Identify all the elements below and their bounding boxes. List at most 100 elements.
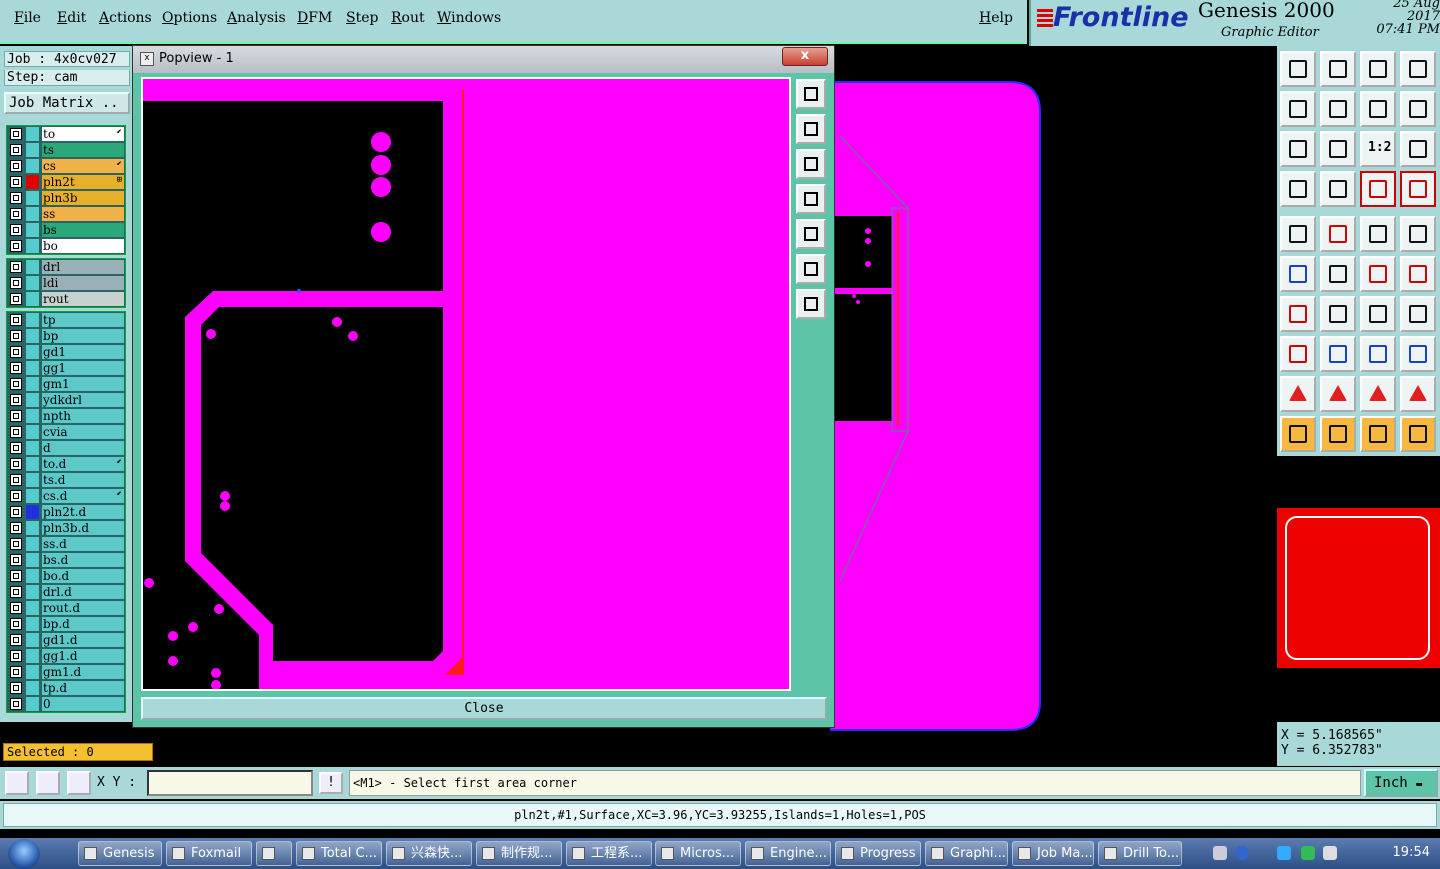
snap-alt-icon[interactable]: [1400, 171, 1436, 207]
layer-active-swatch[interactable]: [26, 521, 39, 535]
dash-icon[interactable]: [1320, 336, 1356, 372]
layer-active-swatch[interactable]: [26, 489, 39, 503]
layer-checkbox[interactable]: [10, 362, 22, 374]
layer-active-swatch[interactable]: [26, 361, 39, 375]
popview-canvas[interactable]: [141, 77, 791, 691]
layer-row-ss[interactable]: ss: [7, 206, 125, 222]
monitor-icon[interactable]: [1323, 846, 1337, 860]
layer-checkbox[interactable]: [10, 506, 22, 518]
select-arrow-icon[interactable]: [1280, 416, 1316, 452]
layer-checkbox[interactable]: [10, 128, 22, 140]
help-icon[interactable]: [1400, 131, 1436, 167]
layer-checkbox[interactable]: [10, 176, 22, 188]
layer-name[interactable]: ydkdrl: [42, 393, 124, 407]
keyboard-icon[interactable]: [1213, 846, 1227, 860]
layer-row-drl[interactable]: drl: [7, 259, 125, 275]
layer-checkbox[interactable]: [10, 522, 22, 534]
layer-row-pln2t[interactable]: pln2t ⊞: [7, 174, 125, 190]
layer-checkbox[interactable]: [10, 474, 22, 486]
layer-active-swatch[interactable]: [26, 393, 39, 407]
layer-name[interactable]: to.d: [42, 457, 124, 471]
layer-checkbox[interactable]: [10, 261, 22, 273]
draw-line-icon[interactable]: [36, 771, 60, 795]
layer-row-npth[interactable]: npth: [7, 408, 125, 424]
layer-name[interactable]: bo.d: [42, 569, 124, 583]
layer-name[interactable]: cs.d: [42, 489, 124, 503]
execute-button[interactable]: !: [319, 772, 343, 794]
layer-active-swatch[interactable]: [26, 633, 39, 647]
select-rotate-icon[interactable]: [1360, 416, 1396, 452]
layer-name[interactable]: rout.d: [42, 601, 124, 615]
layer-checkbox[interactable]: [10, 698, 22, 710]
layer-name[interactable]: pln2t.d: [42, 505, 124, 519]
layer-active-swatch[interactable]: [26, 223, 39, 237]
layer-name[interactable]: drl: [42, 260, 124, 274]
pan-down-icon[interactable]: [1320, 51, 1356, 87]
layer-active-swatch[interactable]: [26, 457, 39, 471]
layer-name[interactable]: ss.d: [42, 537, 124, 551]
layer-checkbox[interactable]: [10, 293, 22, 305]
layer-active-swatch[interactable]: [26, 425, 39, 439]
layer-checkbox[interactable]: [10, 650, 22, 662]
pan-up-icon[interactable]: [1280, 51, 1316, 87]
layer-row-bp-d[interactable]: bp.d: [7, 616, 125, 632]
layer-row-bp[interactable]: bp: [7, 328, 125, 344]
line-red-icon[interactable]: [1320, 216, 1356, 252]
layer-name[interactable]: pln2t: [42, 175, 124, 189]
layer-checkbox[interactable]: [10, 490, 22, 502]
layer-row-ts-d[interactable]: ts.d: [7, 472, 125, 488]
layer-row-to-d[interactable]: to.d ⬋: [7, 456, 125, 472]
layer-row-bo[interactable]: bo: [7, 238, 125, 254]
layer-checkbox[interactable]: [10, 634, 22, 646]
layer-row-rout[interactable]: rout: [7, 291, 125, 307]
layer-name[interactable]: gg1.d: [42, 649, 124, 663]
layer-name[interactable]: bs: [42, 223, 124, 237]
layer-checkbox[interactable]: [10, 586, 22, 598]
layer-name[interactable]: 0: [42, 697, 124, 711]
layer-name[interactable]: pln3b.d: [42, 521, 124, 535]
layer-checkbox[interactable]: [10, 208, 22, 220]
triangle-b-icon[interactable]: [1320, 376, 1356, 412]
layer-checkbox[interactable]: [10, 554, 22, 566]
layer-name[interactable]: pln3b: [42, 191, 124, 205]
layer-active-swatch[interactable]: [26, 569, 39, 583]
select-box-icon[interactable]: [1320, 416, 1356, 452]
taskbar-task[interactable]: Engine...: [745, 841, 831, 866]
layer-checkbox[interactable]: [10, 538, 22, 550]
layer-checkbox[interactable]: [10, 144, 22, 156]
layer-name[interactable]: ss: [42, 207, 124, 221]
taskbar-task[interactable]: Total C...: [296, 841, 382, 866]
layer-row-tp[interactable]: tp: [7, 312, 125, 328]
layer-active-swatch[interactable]: [26, 553, 39, 567]
taskbar-task[interactable]: Progress: [835, 841, 921, 866]
pan-up-icon[interactable]: [796, 114, 826, 144]
dot-icon[interactable]: [1400, 216, 1436, 252]
layer-name[interactable]: bp.d: [42, 617, 124, 631]
layer-active-swatch[interactable]: [26, 665, 39, 679]
layer-checkbox[interactable]: [10, 378, 22, 390]
layer-active-swatch[interactable]: [26, 313, 39, 327]
zoom-home-icon[interactable]: [796, 79, 826, 109]
taskbar-task[interactable]: Job Ma...: [1012, 841, 1094, 866]
grid-icon[interactable]: [1320, 171, 1356, 207]
layer-row-gd1-d[interactable]: gd1.d: [7, 632, 125, 648]
pan-down-icon[interactable]: [796, 149, 826, 179]
home-icon[interactable]: [1360, 51, 1396, 87]
taskbar-task[interactable]: Graphi...: [925, 841, 1008, 866]
layer-name[interactable]: ldi: [42, 276, 124, 290]
layer-active-swatch[interactable]: [26, 207, 39, 221]
layer-row-d[interactable]: d: [7, 440, 125, 456]
layer-checkbox[interactable]: [10, 426, 22, 438]
layer-row-bo-d[interactable]: bo.d: [7, 568, 125, 584]
menu-help[interactable]: Help: [979, 10, 1013, 26]
layer-name[interactable]: to: [42, 127, 124, 141]
layer-row-gg1-d[interactable]: gg1.d: [7, 648, 125, 664]
layer-name[interactable]: bp: [42, 329, 124, 343]
layer-checkbox[interactable]: [10, 240, 22, 252]
zoom-out-icon[interactable]: [796, 289, 826, 319]
help-icon[interactable]: [1235, 846, 1249, 860]
ruler-icon[interactable]: [1360, 216, 1396, 252]
layer-row-ldi[interactable]: ldi: [7, 275, 125, 291]
start-button[interactable]: [8, 839, 40, 869]
layer-name[interactable]: bs.d: [42, 553, 124, 567]
